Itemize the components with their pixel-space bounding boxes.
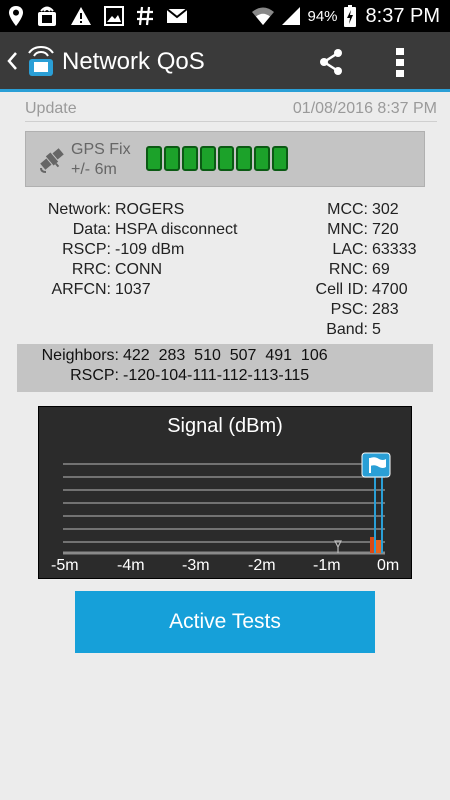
neighbors-label: Neighbors: (41, 347, 119, 364)
info-label: MCC: (327, 201, 368, 218)
hash-icon (137, 6, 153, 26)
chart-gridlines (63, 463, 385, 555)
action-bar: Network QoS (0, 32, 450, 92)
gps-accuracy: +/- 6m (71, 161, 117, 178)
gps-fix-label: GPS Fix (71, 141, 131, 158)
neighbors-rscp-row: RSCP: -120-104-111-112-113-115 (17, 367, 309, 387)
info-value: ROGERS (115, 201, 185, 218)
mail-icon (166, 8, 188, 23)
gps-signal-bar (236, 146, 252, 171)
x-tick-label: -4m (117, 557, 145, 574)
info-row: Band: 5 (260, 320, 417, 340)
info-value: 5 (372, 321, 381, 338)
app-title: Network QoS (62, 48, 205, 75)
location-pin-icon (9, 6, 23, 26)
update-timestamp: 01/08/2016 8:37 PM (292, 100, 437, 117)
info-label: RRC: (71, 261, 111, 278)
image-icon (104, 6, 124, 26)
info-value: 1037 (115, 281, 151, 298)
active-tests-button[interactable]: Active Tests (75, 591, 375, 653)
gps-signal-bar (164, 146, 180, 171)
info-value: HSPA disconnect (115, 221, 238, 238)
neighbors-panel: Neighbors: 422 283 510 507 491 106 RSCP:… (17, 344, 433, 392)
info-value: 302 (372, 201, 399, 218)
info-value: 720 (372, 221, 399, 238)
info-row: PSC: 283 (260, 300, 417, 320)
x-tick-label: -5m (51, 557, 79, 574)
neighbors-rscp-label: RSCP: (70, 367, 119, 384)
info-value: 4700 (372, 281, 408, 298)
chevron-left-icon[interactable] (6, 50, 18, 72)
system-status: 94% 8:37 PM (251, 4, 440, 28)
flag-icon[interactable] (361, 452, 391, 478)
status-bar: 94% 8:37 PM (0, 0, 450, 32)
info-row: LAC: 63333 (260, 240, 417, 260)
wifi-icon (252, 7, 275, 25)
info-row: MCC: 302 (260, 200, 417, 220)
gps-fix-text: GPS Fix +/- 6m (71, 140, 131, 180)
x-tick-label: 0m (377, 557, 400, 574)
info-value: -109 dBm (115, 241, 185, 258)
info-row: Data: HSPA disconnect (25, 220, 238, 240)
x-tick-label: -3m (182, 557, 210, 574)
overflow-menu-icon[interactable] (394, 46, 406, 78)
share-icon[interactable] (318, 48, 344, 76)
update-bar: Update 01/08/2016 8:37 PM (25, 98, 437, 122)
info-value: 283 (372, 301, 399, 318)
info-label: MNC: (327, 221, 368, 238)
gps-signal-bar (254, 146, 270, 171)
info-label: RNC: (328, 261, 368, 278)
neighbors-row: Neighbors: 422 283 510 507 491 106 (17, 347, 328, 367)
gps-signal-bar (146, 146, 162, 171)
info-row: Cell ID: 4700 (260, 280, 417, 300)
info-label: ARFCN: (51, 281, 111, 298)
info-label: PSC: (330, 301, 368, 318)
gps-status-panel: GPS Fix +/- 6m (25, 131, 425, 187)
app-notification-icon (38, 6, 56, 26)
signal-chart: Signal (dBm) -5m -4m -3m -2m -1m 0m (38, 406, 412, 579)
warning-icon (71, 7, 91, 25)
update-label: Update (25, 100, 77, 117)
clock: 8:37 PM (365, 4, 440, 27)
notification-icons (8, 5, 188, 27)
info-row: RRC: CONN (25, 260, 237, 280)
antenna-marker-icon (334, 540, 342, 553)
app-logo-icon[interactable] (24, 44, 58, 78)
cell-signal-icon (282, 7, 301, 25)
gps-signal-bars (146, 146, 288, 171)
info-value: 63333 (372, 241, 417, 258)
info-row: MNC: 720 (260, 220, 417, 240)
network-info-right: MCC: 302 MNC: 720 LAC: 63333 RNC: 69 Cell ID: 470… (260, 200, 417, 340)
battery-percent: 94% (307, 7, 338, 25)
info-row: RSCP: -109 dBm (25, 240, 237, 260)
signal-bar (370, 537, 374, 553)
info-row: Network: ROGERS (25, 200, 237, 220)
gps-signal-bar (200, 146, 216, 171)
info-value: CONN (115, 261, 163, 278)
neighbors-rscp-values: -120-104-111-112-113-115 (123, 367, 310, 384)
info-label: Cell ID: (315, 281, 368, 298)
info-label: LAC: (332, 241, 368, 258)
chart-title: Signal (dBm) (167, 415, 283, 437)
x-tick-label: -2m (248, 557, 276, 574)
satellite-icon (40, 148, 64, 173)
gps-signal-bar (218, 146, 234, 171)
info-row: ARFCN: 1037 (25, 280, 237, 300)
network-info-left: Network: ROGERS Data: HSPA disconnect RSCP: -… (25, 200, 238, 300)
info-label: Data: (72, 221, 111, 238)
gps-signal-bar (272, 146, 288, 171)
info-row: RNC: 69 (260, 260, 417, 280)
gps-signal-bar (182, 146, 198, 171)
neighbors-values: 422 283 510 507 491 106 (123, 347, 328, 364)
x-tick-label: -1m (313, 557, 341, 574)
info-value: 69 (372, 261, 390, 278)
info-label: RSCP: (62, 241, 111, 258)
battery-charging-icon (343, 5, 356, 27)
info-label: Network: (47, 201, 111, 218)
info-label: Band: (326, 321, 368, 338)
